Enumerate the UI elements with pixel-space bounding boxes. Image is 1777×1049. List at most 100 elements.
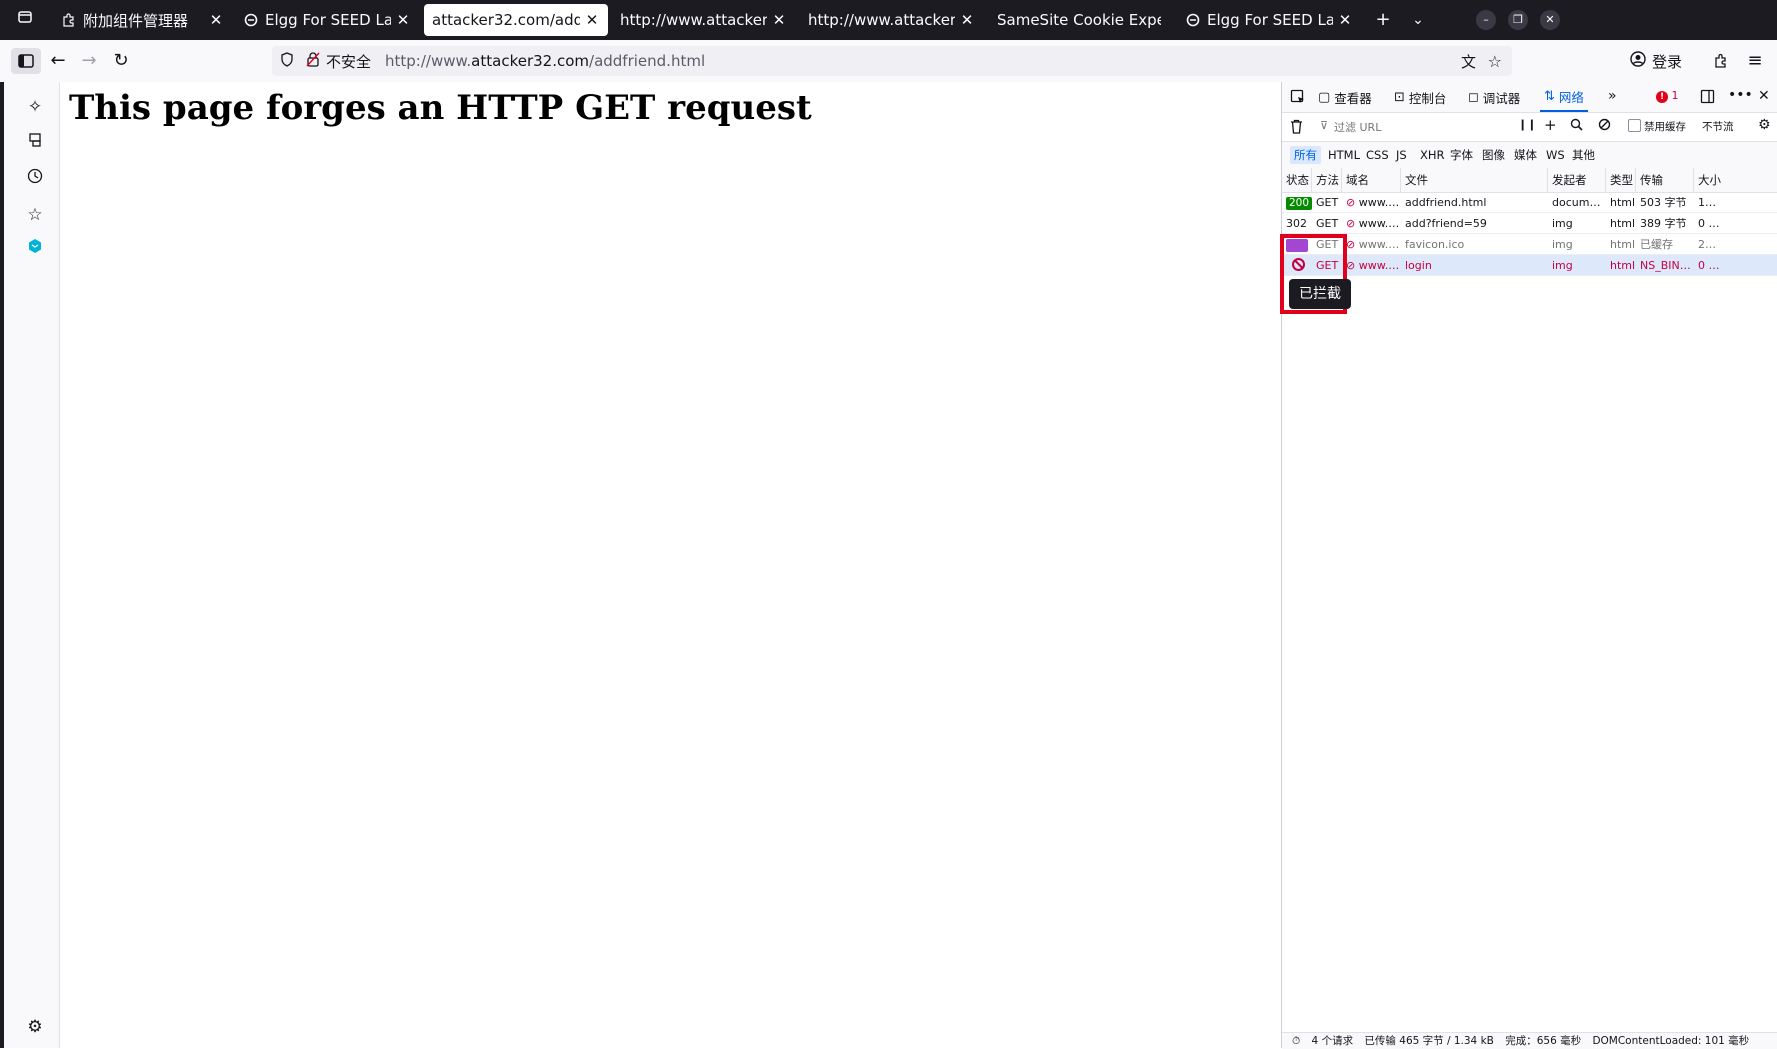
more-tabs-icon[interactable]: »: [1608, 88, 1617, 104]
type-css[interactable]: CSS: [1362, 146, 1393, 164]
size-cell: 0 …: [1698, 259, 1720, 272]
devtools-panel: ▢ 查看器 ⊡ 控制台 ◻ 调试器 ⇅ 网络 » ! 1 ••• ✕ ⊽ 过滤 …: [1280, 82, 1777, 1049]
close-icon[interactable]: ✕: [1337, 11, 1353, 29]
close-icon[interactable]: ✕: [584, 11, 600, 29]
tab-samesite[interactable]: SameSite Cookie Experiment: [989, 4, 1169, 36]
forward-button[interactable]: →: [74, 48, 104, 74]
bookmark-star-icon[interactable]: ☆: [1488, 52, 1502, 71]
close-icon[interactable]: ✕: [395, 11, 411, 29]
account-icon: [1630, 51, 1646, 71]
type-xhr[interactable]: XHR: [1416, 146, 1449, 164]
login-button[interactable]: 登录: [1630, 48, 1682, 74]
close-icon[interactable]: ✕: [771, 11, 787, 29]
url-domain: attacker32.com: [471, 52, 590, 70]
history-icon[interactable]: [24, 168, 46, 190]
request-row[interactable]: GET ⊘ www.attacker32.com favicon.ico img…: [1282, 234, 1777, 255]
tab-label: http://www.attacker32.com: [620, 11, 767, 29]
menu-icon[interactable]: ≡: [1740, 48, 1770, 74]
minimize-icon[interactable]: –: [1476, 10, 1496, 30]
close-icon[interactable]: ✕: [959, 11, 975, 29]
element-picker-icon[interactable]: [1290, 89, 1306, 108]
tab-debugger[interactable]: ◻ 调试器: [1468, 82, 1520, 112]
tab-label: attacker32.com/addfriend.html: [432, 11, 580, 29]
error-count-badge[interactable]: ! 1: [1656, 89, 1679, 103]
chevron-down-icon[interactable]: ⌄: [1406, 8, 1430, 32]
reload-button[interactable]: ↻: [106, 48, 136, 74]
tab-console[interactable]: ⊡ 控制台: [1394, 82, 1446, 112]
domain-text: www.attacker32.com: [1358, 196, 1401, 209]
column-initiator[interactable]: 发起者: [1548, 168, 1606, 192]
tab-attacker-1[interactable]: http://www.attacker32.com ✕: [612, 4, 795, 36]
puzzle-icon: [62, 13, 76, 27]
type-other[interactable]: 其他: [1568, 146, 1599, 164]
tab-label: 调试器: [1482, 90, 1521, 106]
settings-gear-icon[interactable]: ⚙: [1758, 117, 1771, 133]
pause-icon[interactable]: ❙❙: [1518, 118, 1536, 131]
translate-icon[interactable]: 文: [1461, 51, 1476, 72]
type-font[interactable]: 字体: [1446, 146, 1477, 164]
type-ws[interactable]: WS: [1542, 146, 1569, 164]
column-domain[interactable]: 域名: [1342, 168, 1401, 192]
type-image[interactable]: 图像: [1478, 146, 1509, 164]
bookmarks-icon[interactable]: ☆: [24, 204, 46, 226]
column-method[interactable]: 方法: [1312, 168, 1342, 192]
trash-icon[interactable]: [1290, 119, 1303, 137]
url-text[interactable]: http://www.attacker32.com/addfriend.html: [385, 52, 705, 70]
gear-icon[interactable]: ⚙: [24, 1016, 46, 1038]
type-media[interactable]: 媒体: [1510, 146, 1541, 164]
search-icon[interactable]: [1570, 118, 1583, 134]
tab-list-icon[interactable]: [13, 8, 37, 32]
request-row[interactable]: 200 GET ⊘ www.attacker32.com addfriend.h…: [1282, 192, 1777, 213]
column-size[interactable]: 大小: [1694, 168, 1777, 192]
method-cell: GET: [1316, 196, 1339, 209]
disable-cache-checkbox[interactable]: [1628, 119, 1641, 132]
new-tab-icon[interactable]: +: [1371, 8, 1395, 32]
restore-icon[interactable]: ❐: [1508, 10, 1528, 30]
column-type[interactable]: 类型: [1606, 168, 1636, 192]
window-close-icon[interactable]: ✕: [1540, 10, 1560, 30]
disable-cache-label: 禁用缓存: [1644, 121, 1686, 133]
back-button[interactable]: ←: [43, 48, 73, 74]
column-file[interactable]: 文件: [1401, 168, 1548, 192]
tab-elgg-1[interactable]: Elgg For SEED Labs ✕: [236, 4, 419, 36]
type-cell: html: [1610, 238, 1636, 251]
type-all[interactable]: 所有: [1290, 146, 1321, 164]
request-row[interactable]: 302 GET ⊘ www.seed-server.com add?friend…: [1282, 213, 1777, 234]
request-table-header: 状态 方法 域名 文件 发起者 类型 传输 大小: [1282, 168, 1777, 193]
insecure-lock-icon[interactable]: [306, 51, 320, 71]
dock-icon[interactable]: [1700, 89, 1715, 107]
add-icon[interactable]: +: [1544, 116, 1557, 134]
column-status[interactable]: 状态: [1282, 168, 1312, 192]
tab-network[interactable]: ⇅ 网络: [1540, 82, 1588, 112]
type-html[interactable]: HTML: [1324, 146, 1364, 164]
extensions-icon[interactable]: [1706, 48, 1736, 74]
tab-addons[interactable]: 附加组件管理器 ✕: [54, 4, 232, 36]
shield-icon[interactable]: [280, 51, 294, 71]
more-options-icon[interactable]: •••: [1728, 87, 1753, 103]
request-count: 4 个请求: [1311, 1035, 1354, 1047]
size-cell: 2…: [1698, 238, 1716, 251]
extension-cube-icon[interactable]: [24, 238, 46, 260]
synced-tabs-icon[interactable]: [24, 132, 46, 154]
ai-chat-icon[interactable]: ✧: [24, 96, 46, 118]
close-devtools-icon[interactable]: ✕: [1758, 88, 1770, 104]
finish-time: 完成：656 毫秒: [1505, 1035, 1582, 1047]
request-row[interactable]: GET ⊘ www.seed-server.com login img html…: [1282, 255, 1777, 276]
throttle-select[interactable]: 不节流: [1702, 119, 1748, 134]
tab-elgg-2[interactable]: Elgg For SEED Labs ✕: [1178, 4, 1361, 36]
close-icon[interactable]: ✕: [208, 11, 224, 29]
type-cell: html: [1610, 259, 1636, 272]
tab-label: 网络: [1558, 89, 1584, 105]
filter-url-input[interactable]: [1332, 117, 1526, 137]
inspector-icon: ▢: [1318, 89, 1331, 105]
url-bar[interactable]: 不安全 http://www.attacker32.com/addfriend.…: [272, 46, 1512, 76]
tab-attacker-2[interactable]: http://www.attacker32.com ✕: [800, 4, 983, 36]
type-js[interactable]: JS: [1392, 146, 1411, 164]
column-transfer[interactable]: 传输: [1636, 168, 1694, 192]
page-content: This page forges an HTTP GET request: [60, 82, 1281, 1048]
tab-inspector[interactable]: ▢ 查看器: [1318, 82, 1372, 112]
url-path: /addfriend.html: [589, 52, 706, 70]
tab-addfriend[interactable]: attacker32.com/addfriend.html ✕: [424, 4, 608, 36]
sidebar-toggle-button[interactable]: [11, 48, 41, 74]
block-icon[interactable]: [1598, 118, 1611, 134]
